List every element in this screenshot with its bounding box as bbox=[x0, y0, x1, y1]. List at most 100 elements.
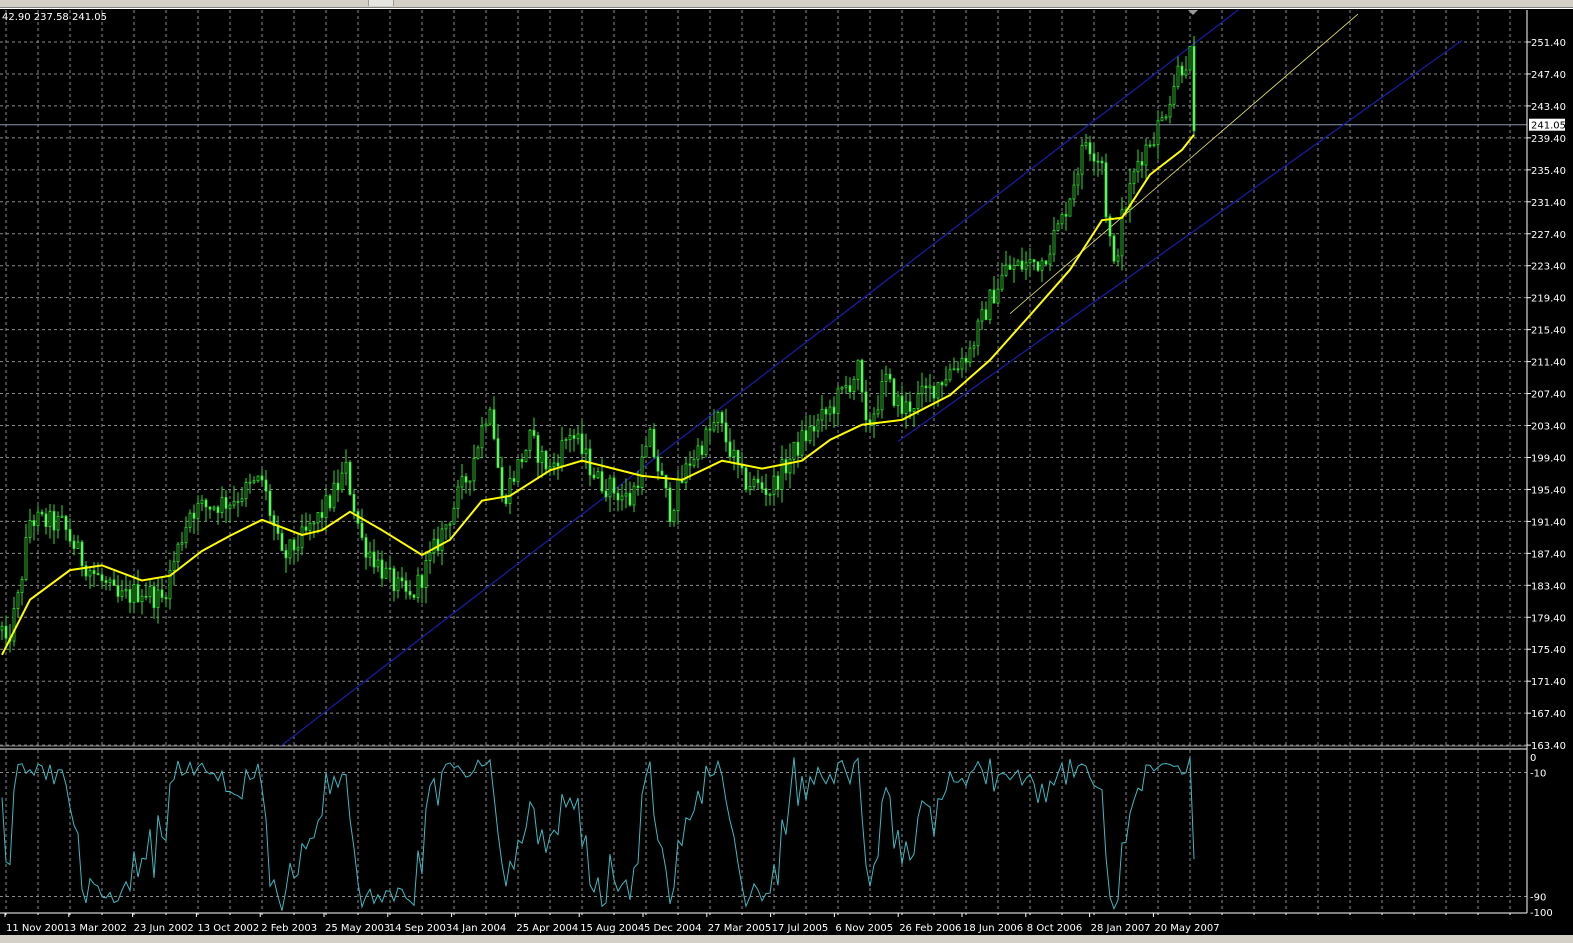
price-bar-body bbox=[160, 589, 164, 598]
price-bar-body bbox=[384, 567, 388, 579]
price-bar-body bbox=[632, 485, 636, 506]
price-bar-body bbox=[516, 458, 520, 482]
price-bar-body bbox=[784, 459, 788, 474]
price-bar-body bbox=[176, 543, 180, 563]
price-bar-body bbox=[772, 475, 776, 495]
price-bar-body bbox=[128, 589, 132, 603]
price-bar-body bbox=[440, 528, 444, 552]
price-bar-body bbox=[232, 501, 236, 506]
price-bar-body bbox=[1004, 264, 1008, 276]
price-bar-body bbox=[420, 574, 424, 589]
price-bar-body bbox=[1060, 214, 1064, 225]
price-bar-body bbox=[500, 467, 504, 497]
price-bar-body bbox=[1144, 144, 1148, 166]
price-bar-body bbox=[964, 357, 968, 363]
price-bar-body bbox=[744, 467, 748, 490]
oscillator-tick-label: -90 bbox=[1530, 893, 1546, 904]
price-bar-body bbox=[120, 590, 124, 597]
price-bar-body bbox=[840, 386, 844, 390]
price-bar-body bbox=[724, 422, 728, 443]
price-bar-body bbox=[960, 357, 964, 370]
price-bar-body bbox=[308, 522, 312, 531]
price-bar-body bbox=[1036, 261, 1040, 271]
price-bar-body bbox=[1068, 198, 1072, 217]
price-bar-body bbox=[972, 345, 976, 349]
price-bar-body bbox=[688, 463, 692, 466]
price-bar-body bbox=[908, 401, 912, 412]
price-bar-body bbox=[24, 537, 28, 580]
price-bar-body bbox=[300, 526, 304, 549]
price-bar-body bbox=[464, 476, 468, 483]
price-bar-body bbox=[988, 289, 992, 321]
price-bar-body bbox=[940, 382, 944, 386]
date-label: 28 Jan 2007 bbox=[1091, 923, 1151, 934]
price-bar-body bbox=[860, 359, 864, 393]
price-bar-body bbox=[1116, 255, 1120, 262]
price-bar-body bbox=[140, 595, 144, 603]
price-bar-body bbox=[472, 457, 476, 482]
date-label: 17 Jul 2005 bbox=[772, 923, 829, 934]
price-bar-body bbox=[460, 476, 464, 488]
regression-channel bbox=[281, 9, 1463, 746]
price-bar-body bbox=[592, 474, 596, 479]
price-tick-label: 251.40 bbox=[1531, 38, 1566, 49]
price-bar-body bbox=[80, 541, 84, 567]
price-bar-body bbox=[200, 499, 204, 504]
price-tick-label: 187.40 bbox=[1531, 549, 1566, 560]
date-label: 14 Sep 2003 bbox=[389, 923, 452, 934]
price-bar-body bbox=[1076, 173, 1080, 186]
price-tick-label: 239.40 bbox=[1531, 134, 1566, 145]
price-bar-body bbox=[876, 409, 880, 415]
oscillator-tick-label: -100 bbox=[1530, 908, 1553, 919]
oscillator-pane bbox=[0, 757, 1527, 911]
price-tick-label: 215.40 bbox=[1531, 326, 1566, 337]
price-bar-body bbox=[152, 586, 156, 609]
price-bar-body bbox=[248, 481, 252, 484]
date-label: 6 Nov 2005 bbox=[835, 923, 893, 934]
price-bar-body bbox=[488, 409, 492, 425]
ohlc-readout: 42.90 237.58 241.05 bbox=[2, 12, 107, 23]
price-bar-body bbox=[56, 515, 60, 531]
date-label: 25 Apr 2004 bbox=[516, 923, 578, 934]
price-bar-body bbox=[704, 428, 708, 455]
price-bar-body bbox=[736, 449, 740, 465]
price-bar-body bbox=[568, 435, 572, 440]
price-bar-body bbox=[760, 482, 764, 490]
price-bar-body bbox=[76, 541, 80, 549]
price-bar-body bbox=[776, 475, 780, 490]
price-bar-body bbox=[284, 550, 288, 559]
price-tick-label: 207.40 bbox=[1531, 390, 1566, 401]
price-bar-body bbox=[700, 445, 704, 455]
price-bar-body bbox=[196, 503, 200, 519]
oscillator-tick-label: 0 bbox=[1530, 753, 1536, 764]
price-bar-body bbox=[644, 445, 648, 458]
price-bar-body bbox=[412, 594, 416, 598]
grid bbox=[0, 10, 1527, 912]
price-bar-body bbox=[156, 589, 160, 609]
price-bar-body bbox=[880, 381, 884, 411]
price-bar-body bbox=[1012, 265, 1016, 270]
price-bar-body bbox=[388, 567, 392, 570]
price-chart[interactable]: 251.40 247.40 243.40 239.40 235.40 231.40 227.… bbox=[0, 0, 1573, 943]
price-bar-body bbox=[1112, 235, 1116, 262]
date-label: 13 Oct 2002 bbox=[197, 923, 259, 934]
price-bar-body bbox=[768, 493, 772, 496]
price-bar-body bbox=[636, 485, 640, 488]
price-tick-label: 203.40 bbox=[1531, 422, 1566, 433]
price-bar-body bbox=[396, 577, 400, 592]
price-bar-body bbox=[560, 440, 564, 467]
price-bar-body bbox=[1072, 184, 1076, 200]
price-bar-body bbox=[900, 395, 904, 414]
price-bar-body bbox=[952, 368, 956, 371]
price-bar-body bbox=[20, 579, 24, 594]
price-bar-body bbox=[1164, 116, 1168, 119]
price-bar-body bbox=[404, 580, 408, 592]
price-bar-body bbox=[820, 408, 824, 421]
price-bar-body bbox=[764, 488, 768, 495]
price-bar-body bbox=[752, 478, 756, 487]
price-bar-body bbox=[104, 580, 108, 583]
price-bar-body bbox=[856, 359, 860, 380]
price-bar-body bbox=[28, 520, 32, 538]
price-bar-body bbox=[264, 479, 268, 492]
price-bar-body bbox=[100, 574, 104, 582]
